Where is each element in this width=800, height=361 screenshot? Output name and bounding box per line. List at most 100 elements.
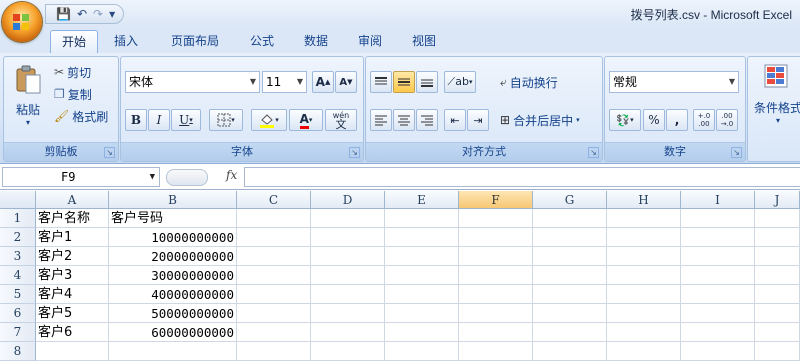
tab-page-layout[interactable]: 页面布局 bbox=[160, 30, 230, 52]
cell-customer-name[interactable]: 客户5 bbox=[36, 304, 109, 323]
cell-empty[interactable] bbox=[681, 247, 755, 266]
align-bottom-button[interactable] bbox=[416, 71, 438, 93]
column-header-j[interactable]: J bbox=[755, 191, 800, 209]
align-center-button[interactable] bbox=[393, 109, 415, 131]
tab-view[interactable]: 视图 bbox=[402, 30, 446, 52]
cell-customer-name[interactable] bbox=[36, 342, 109, 361]
office-button[interactable] bbox=[2, 2, 42, 42]
alignment-dialog-launcher[interactable]: ↘ bbox=[588, 147, 599, 158]
tab-formulas[interactable]: 公式 bbox=[240, 30, 284, 52]
cell-empty[interactable] bbox=[237, 209, 311, 228]
font-name-combo[interactable]: 宋体 ▼ bbox=[125, 71, 260, 93]
cell-customer-number[interactable]: 50000000000 bbox=[109, 304, 237, 323]
cell-empty[interactable] bbox=[681, 228, 755, 247]
align-left-button[interactable] bbox=[370, 109, 392, 131]
cell-empty[interactable] bbox=[385, 247, 459, 266]
row-header[interactable]: 1 bbox=[0, 209, 36, 228]
cell-empty[interactable] bbox=[385, 209, 459, 228]
align-middle-button[interactable] bbox=[393, 71, 415, 93]
cell-empty[interactable] bbox=[311, 342, 385, 361]
cell-empty[interactable] bbox=[311, 285, 385, 304]
decrease-decimal-button[interactable]: .00 →.0 bbox=[716, 109, 738, 131]
column-header-b[interactable]: B bbox=[109, 191, 237, 209]
cell-empty[interactable] bbox=[607, 323, 681, 342]
cell-empty[interactable] bbox=[385, 342, 459, 361]
row-header[interactable]: 6 bbox=[0, 304, 36, 323]
cell-empty[interactable] bbox=[607, 209, 681, 228]
cell-empty[interactable] bbox=[681, 342, 755, 361]
column-header-h[interactable]: H bbox=[607, 191, 681, 209]
cell-empty[interactable] bbox=[237, 304, 311, 323]
formula-bar-splitter[interactable] bbox=[166, 169, 208, 186]
bold-button[interactable]: B bbox=[125, 109, 147, 131]
cell-empty[interactable] bbox=[459, 304, 533, 323]
cell-empty[interactable] bbox=[237, 247, 311, 266]
cell-empty[interactable] bbox=[237, 285, 311, 304]
cell-empty[interactable] bbox=[681, 266, 755, 285]
row-header[interactable]: 8 bbox=[0, 342, 36, 361]
cell-empty[interactable] bbox=[459, 323, 533, 342]
cell-empty[interactable] bbox=[533, 304, 607, 323]
cell-empty[interactable] bbox=[755, 342, 800, 361]
cell-empty[interactable] bbox=[459, 342, 533, 361]
cell-empty[interactable] bbox=[385, 304, 459, 323]
increase-decimal-button[interactable]: +.0 .00 bbox=[693, 109, 715, 131]
increase-indent-button[interactable]: ⇥ bbox=[467, 109, 489, 131]
cell-empty[interactable] bbox=[607, 228, 681, 247]
cell-empty[interactable] bbox=[533, 266, 607, 285]
column-header-i[interactable]: I bbox=[681, 191, 755, 209]
cell-empty[interactable] bbox=[755, 228, 800, 247]
row-header[interactable]: 5 bbox=[0, 285, 36, 304]
column-header-e[interactable]: E bbox=[385, 191, 459, 209]
cell-empty[interactable] bbox=[237, 266, 311, 285]
select-all-corner[interactable] bbox=[0, 191, 36, 209]
cell-empty[interactable] bbox=[311, 266, 385, 285]
cell-empty[interactable] bbox=[459, 209, 533, 228]
conditional-formatting-button[interactable]: 条件格式 ▾ bbox=[750, 63, 800, 133]
merge-center-button[interactable]: ⊞ 合并后居中 ▾ bbox=[500, 111, 580, 129]
cell-empty[interactable] bbox=[755, 323, 800, 342]
cell-empty[interactable] bbox=[681, 323, 755, 342]
cell-customer-name[interactable]: 客户1 bbox=[36, 228, 109, 247]
cell-customer-number[interactable]: 20000000000 bbox=[109, 247, 237, 266]
cell-empty[interactable] bbox=[237, 228, 311, 247]
font-dialog-launcher[interactable]: ↘ bbox=[349, 147, 360, 158]
customize-qat-icon[interactable]: ▾ bbox=[109, 7, 115, 21]
paste-button[interactable]: 粘贴 ▾ bbox=[8, 61, 48, 131]
orientation-button[interactable]: ⟋ab ▾ bbox=[444, 71, 476, 93]
copy-button[interactable]: ❐ 复制 bbox=[54, 85, 92, 103]
cell-empty[interactable] bbox=[755, 304, 800, 323]
cell-empty[interactable] bbox=[755, 285, 800, 304]
percent-button[interactable]: % bbox=[643, 109, 665, 131]
column-header-a[interactable]: A bbox=[36, 191, 109, 209]
cell-empty[interactable] bbox=[311, 323, 385, 342]
cell-empty[interactable] bbox=[237, 342, 311, 361]
tab-review[interactable]: 审阅 bbox=[348, 30, 392, 52]
name-box[interactable]: F9 ▼ bbox=[2, 167, 160, 187]
cell-empty[interactable] bbox=[311, 247, 385, 266]
row-header[interactable]: 7 bbox=[0, 323, 36, 342]
cell-customer-name[interactable]: 客户4 bbox=[36, 285, 109, 304]
cell-empty[interactable] bbox=[607, 304, 681, 323]
borders-button[interactable]: ▾ bbox=[209, 109, 243, 131]
align-top-button[interactable] bbox=[370, 71, 392, 93]
cell-customer-number[interactable]: 60000000000 bbox=[109, 323, 237, 342]
cell-empty[interactable] bbox=[237, 323, 311, 342]
number-dialog-launcher[interactable]: ↘ bbox=[731, 147, 742, 158]
format-painter-button[interactable]: 🖌 格式刷 bbox=[54, 107, 108, 125]
align-right-button[interactable] bbox=[416, 109, 438, 131]
tab-home[interactable]: 开始 bbox=[50, 30, 98, 53]
cell-customer-name[interactable]: 客户名称 bbox=[36, 209, 109, 228]
row-header[interactable]: 3 bbox=[0, 247, 36, 266]
cell-empty[interactable] bbox=[385, 266, 459, 285]
cell-empty[interactable] bbox=[533, 228, 607, 247]
cell-customer-number[interactable]: 40000000000 bbox=[109, 285, 237, 304]
cell-empty[interactable] bbox=[607, 342, 681, 361]
clipboard-dialog-launcher[interactable]: ↘ bbox=[104, 147, 115, 158]
undo-icon[interactable]: ↶ bbox=[77, 7, 87, 21]
cell-customer-name[interactable]: 客户3 bbox=[36, 266, 109, 285]
cell-empty[interactable] bbox=[459, 266, 533, 285]
cell-empty[interactable] bbox=[755, 247, 800, 266]
cut-button[interactable]: ✂ 剪切 bbox=[54, 63, 91, 81]
cell-empty[interactable] bbox=[533, 342, 607, 361]
